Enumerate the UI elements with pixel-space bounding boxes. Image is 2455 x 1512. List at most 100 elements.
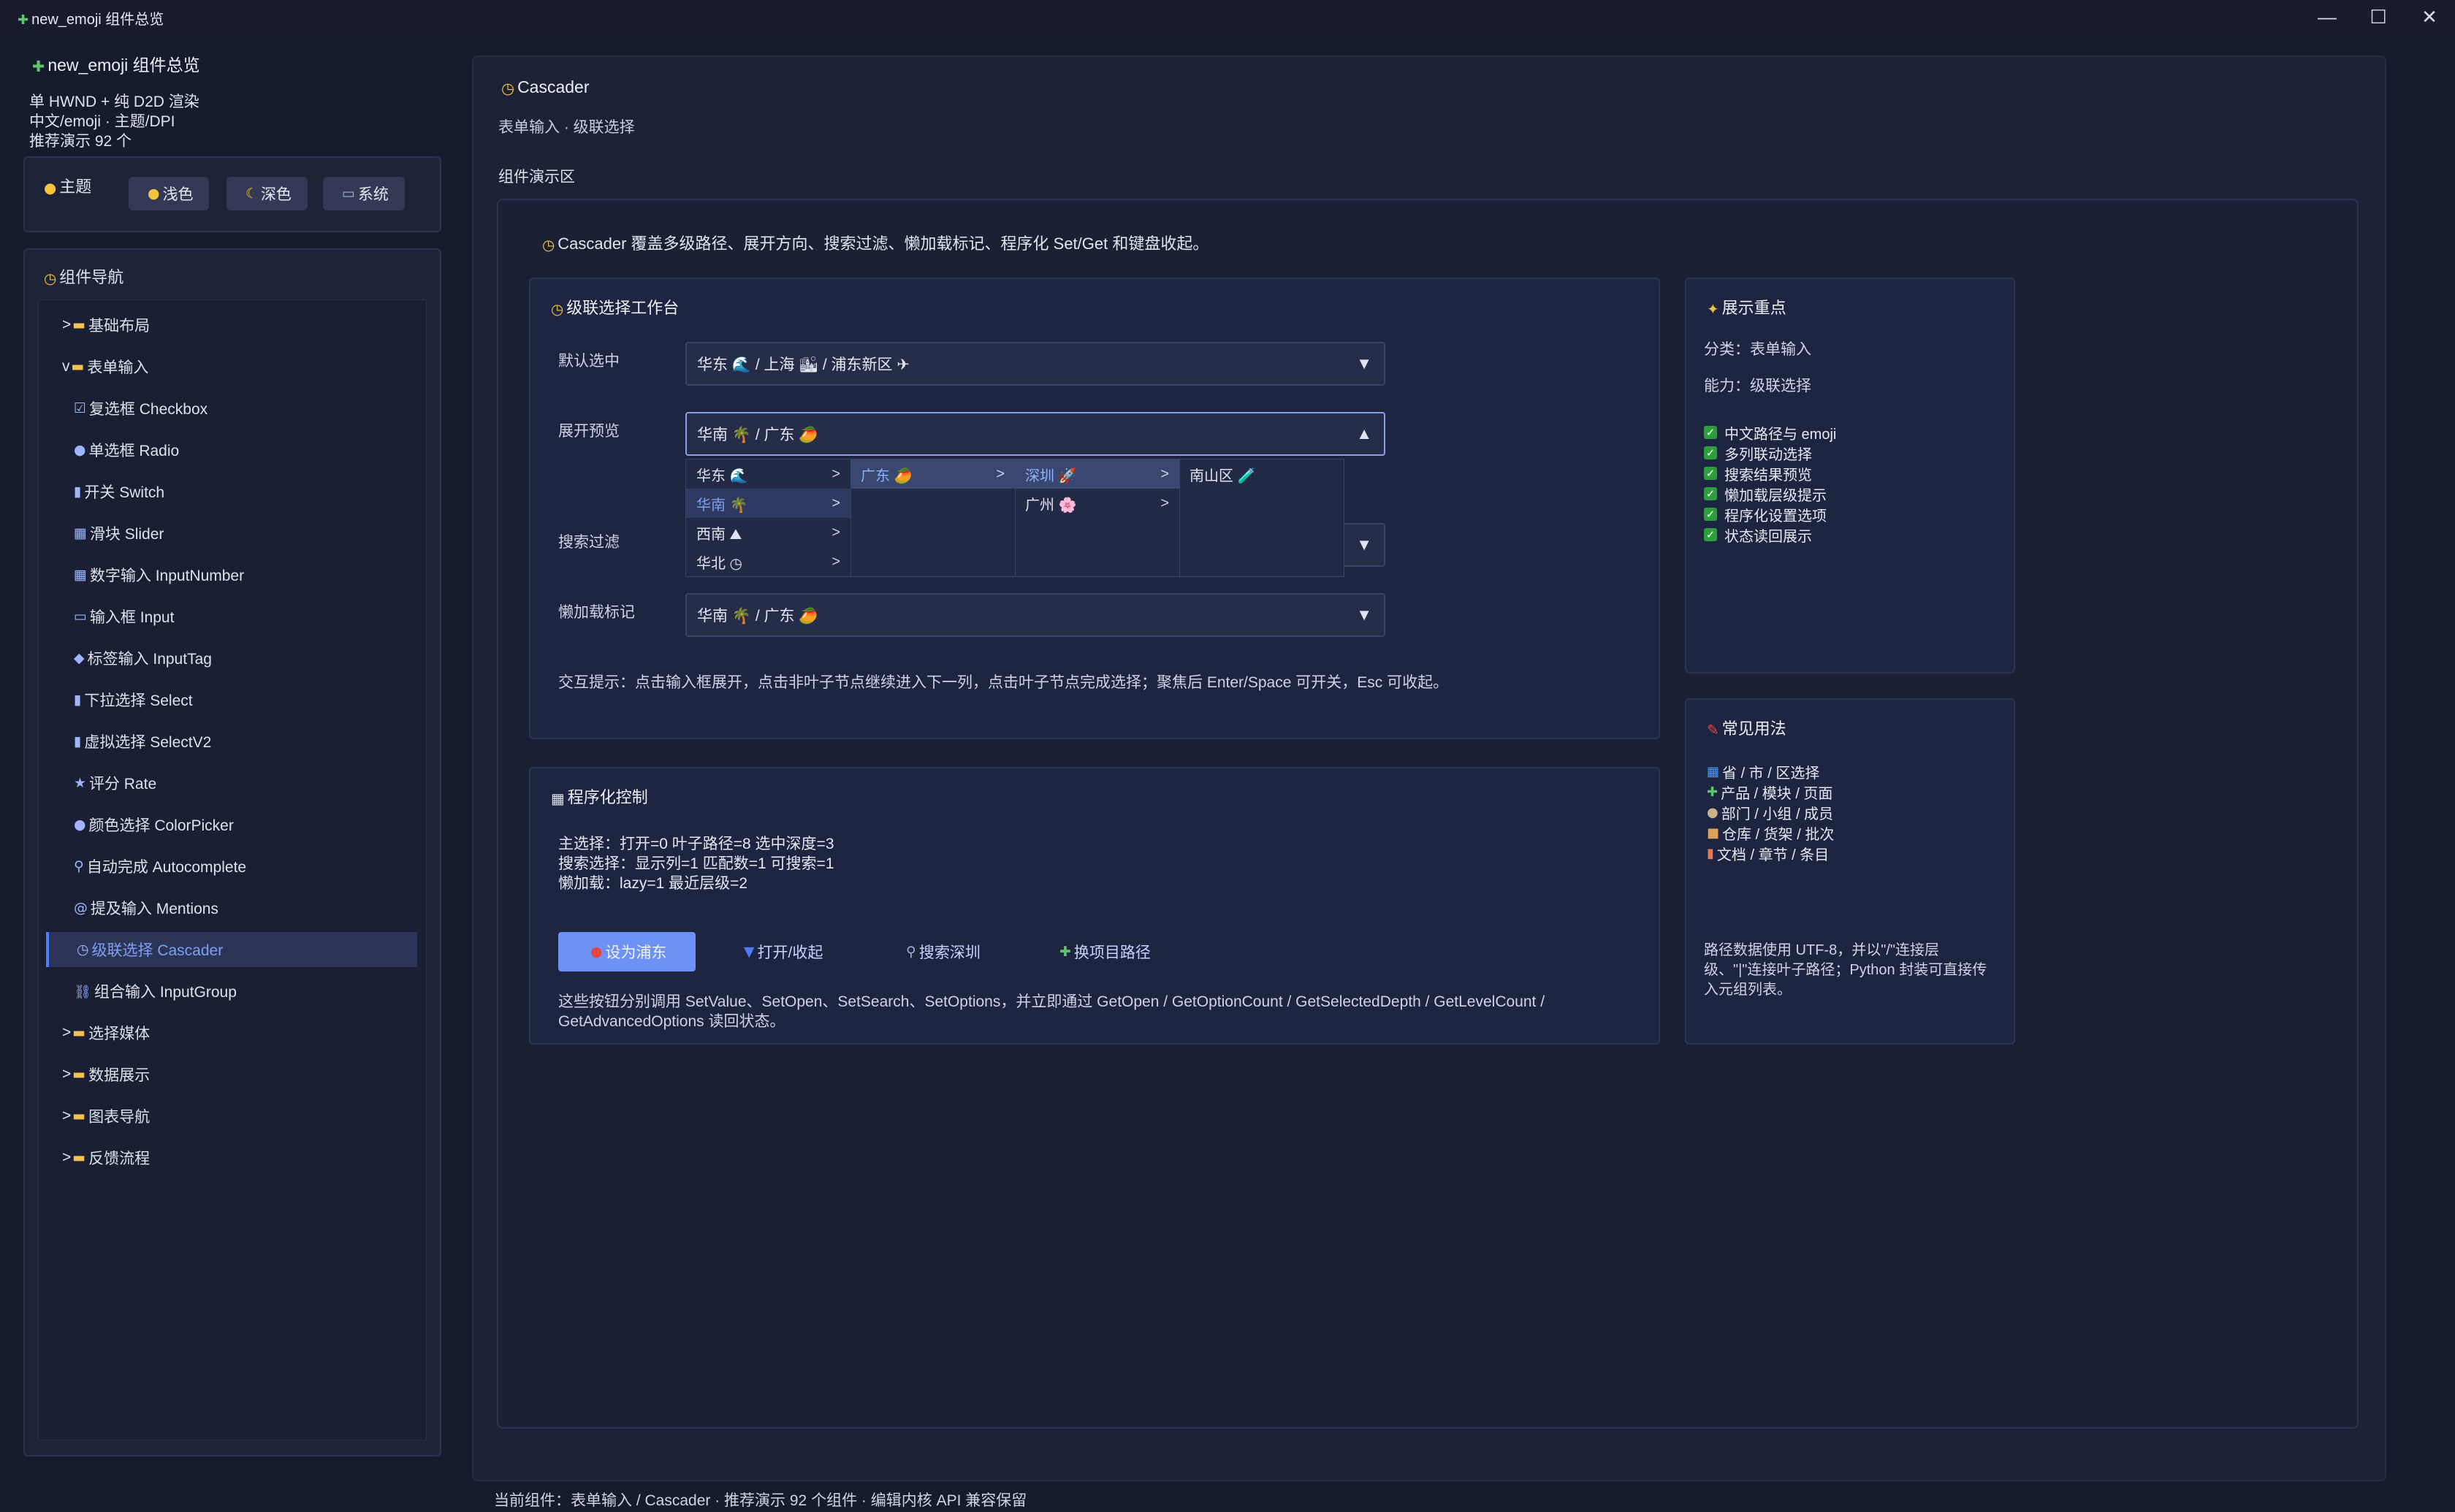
info-line: 中文/emoji · 主题/DPI: [29, 113, 175, 130]
component-icon: @: [74, 900, 88, 916]
component-icon: ☑: [74, 400, 86, 416]
cascader-default[interactable]: 华东 🌊 / 上海 🏙 / 浦东新区 ✈ ▼: [685, 342, 1385, 386]
chevron-right-icon: >: [1160, 465, 1169, 482]
check-item: ✓ 多列联动选择: [1704, 443, 1836, 463]
dropdown-option[interactable]: 广州 🌸 >: [1015, 489, 1179, 518]
component-icon: ▦: [74, 567, 87, 583]
nav-item[interactable]: v ▬ 表单输入: [46, 349, 417, 384]
chevron-right-icon: >: [62, 1024, 72, 1041]
nav-item[interactable]: ⛓ 组合输入 InputGroup: [46, 974, 417, 1009]
puzzle-icon: ✚: [1707, 784, 1718, 800]
usage-item: ✚ 产品 / 模块 / 页面: [1707, 784, 1833, 802]
dropdown-option[interactable]: 华南 🌴 >: [686, 489, 850, 518]
nav-item[interactable]: > ▬ 基础布局: [46, 308, 417, 343]
component-icon: ▮: [74, 692, 82, 708]
checkbox-icon: ✓: [1704, 487, 1717, 500]
component-description: ◷ Cascader 覆盖多级路径、展开方向、搜索过滤、懒加载标记、程序化 Set…: [542, 234, 1209, 253]
pin-icon: ●: [590, 944, 603, 960]
component-icon: ▭: [74, 608, 87, 625]
close-button[interactable]: ✕: [2404, 0, 2455, 34]
cascader-lazy[interactable]: 华南 🌴 / 广东 🥭 ▼: [685, 593, 1385, 637]
nav-item[interactable]: ● 单选框 Radio: [46, 432, 417, 467]
nav-item[interactable]: ◷ 级联选择 Cascader: [46, 932, 417, 967]
nav-item[interactable]: > ▬ 图表导航: [46, 1099, 417, 1134]
usage-item: ▦ 省 / 市 / 区选择: [1707, 763, 1820, 782]
nav-item[interactable]: ☑ 复选框 Checkbox: [46, 391, 417, 426]
folder-icon: ▬: [72, 1108, 86, 1124]
cascader-preview[interactable]: 华南 🌴 / 广东 🥭 ▲: [685, 412, 1385, 456]
chevron-right-icon: >: [831, 524, 840, 541]
component-icon: ▮: [74, 733, 82, 749]
checkbox-icon: ✓: [1704, 467, 1717, 480]
person-icon: ●: [1707, 804, 1718, 820]
workbench-title: ◷ 级联选择工作台: [551, 299, 680, 318]
dropdown-option[interactable]: 广东 🥭 >: [850, 459, 1015, 489]
dropdown-option[interactable]: 西南 ⛰ >: [686, 518, 850, 547]
checkbox-icon: ✓: [1704, 446, 1717, 459]
nav-item[interactable]: ▮ 虚拟选择 SelectV2: [46, 724, 417, 759]
chevron-up-icon: ▲: [1356, 424, 1372, 443]
nav-item[interactable]: @ 提及输入 Mentions: [46, 890, 417, 925]
chevron-down-icon: v: [62, 358, 70, 375]
check-item: ✓ 懒加载层级提示: [1704, 484, 1836, 504]
focus-ability: 能力：级联选择: [1704, 378, 1811, 394]
dropdown-option[interactable]: 华东 🌊 >: [686, 459, 850, 489]
nav-item[interactable]: ▮ 下拉选择 Select: [46, 682, 417, 717]
nav-item[interactable]: ⚲ 自动完成 Autocomplete: [46, 849, 417, 884]
focus-checklist: ✓ 中文路径与 emoji ✓ 多列联动选择 ✓ 搜索结果预览 ✓ 懒加载层级提示 ✓ 程…: [1704, 422, 1836, 545]
computer-icon: ▭: [342, 186, 355, 202]
toggle-open-button[interactable]: ▼ 打开/收起: [728, 932, 836, 971]
cascader-dropdown: 华东 🌊 > 华南 🌴 > 西南 ⛰ > 华北 ◷ > 广东 🥭 > 深圳 🚀 > 广州 🌸…: [685, 459, 1344, 577]
sparkle-icon: ✦: [1707, 300, 1719, 318]
usage-note: 路径数据使用 UTF-8，并以"/"连接层级、"|"连接叶子路径；Python …: [1704, 942, 1987, 998]
nav-item[interactable]: ★ 评分 Rate: [46, 765, 417, 801]
compass-icon: ◷: [551, 300, 564, 318]
compass-icon: ◷: [44, 270, 57, 287]
set-pudong-button[interactable]: ● 设为浦东: [558, 932, 696, 971]
theme-system-button[interactable]: ▭ 系统: [323, 177, 405, 210]
folder-icon: ▬: [72, 1066, 86, 1083]
box-icon: ■: [1707, 825, 1720, 841]
dropdown-column: 华东 🌊 > 华南 🌴 > 西南 ⛰ > 华北 ◷ >: [686, 459, 851, 576]
compass-icon: ◷: [542, 236, 555, 253]
component-icon: ▮: [74, 484, 82, 500]
program-title: ▦ 程序化控制: [551, 788, 648, 807]
status-bar: 当前组件：表单输入 / Cascader · 推荐演示 92 个组件 · 编辑内…: [494, 1492, 1027, 1509]
search-shenzhen-button[interactable]: ⚲ 搜索深圳: [890, 932, 994, 971]
dropdown-option[interactable]: 华北 ◷ >: [686, 547, 850, 576]
check-item: ✓ 中文路径与 emoji: [1704, 422, 1836, 443]
nav-panel: ◷ 组件导航 > ▬ 基础布局 v ▬ 表单输入 ☑ 复选框 Checkbox ● 单选框 Radi…: [23, 248, 441, 1456]
nav-item[interactable]: > ▬ 反馈流程: [46, 1140, 417, 1175]
nav-item[interactable]: ▦ 数字输入 InputNumber: [46, 557, 417, 592]
dropdown-option[interactable]: 南山区 🧪: [1179, 459, 1343, 489]
puzzle-icon: ✚: [18, 12, 29, 28]
nav-item[interactable]: ▭ 输入框 Input: [46, 599, 417, 634]
puzzle-icon: ✚: [32, 57, 45, 75]
theme-light-button[interactable]: ● 浅色: [129, 177, 210, 210]
nav-item[interactable]: ◆ 标签输入 InputTag: [46, 641, 417, 676]
nav-item[interactable]: ▮ 开关 Switch: [46, 474, 417, 509]
chevron-down-icon: ▼: [1356, 535, 1372, 554]
maximize-button[interactable]: ☐: [2353, 0, 2404, 34]
dropdown-icon: ▼: [744, 944, 755, 960]
theme-dark-button[interactable]: ☾ 深色: [227, 177, 308, 210]
component-icon: ⛓: [74, 983, 91, 1000]
usage-title: ✎ 常见用法: [1707, 719, 1786, 738]
palette-icon: ●: [44, 179, 57, 196]
chevron-right-icon: >: [831, 495, 840, 511]
chevron-down-icon: ▼: [1356, 606, 1372, 624]
nav-item[interactable]: ● 颜色选择 ColorPicker: [46, 807, 417, 842]
component-icon: ◷: [77, 942, 89, 958]
dropdown-option[interactable]: 深圳 🚀 >: [1015, 459, 1179, 489]
info-line: 推荐演示 92 个: [29, 133, 132, 150]
component-icon: ★: [74, 775, 86, 791]
switch-path-button[interactable]: ✚ 换项目路径: [1043, 932, 1164, 971]
minimize-button[interactable]: —: [2302, 0, 2353, 34]
nav-item[interactable]: ▦ 滑块 Slider: [46, 516, 417, 551]
chevron-right-icon: >: [62, 1107, 72, 1124]
demo-area-label: 组件演示区: [498, 169, 575, 186]
dropdown-column: 广东 🥭 >: [850, 459, 1016, 576]
folder-icon: ▬: [72, 1150, 86, 1166]
nav-item[interactable]: > ▬ 数据展示: [46, 1057, 417, 1092]
nav-item[interactable]: > ▬ 选择媒体: [46, 1015, 417, 1050]
